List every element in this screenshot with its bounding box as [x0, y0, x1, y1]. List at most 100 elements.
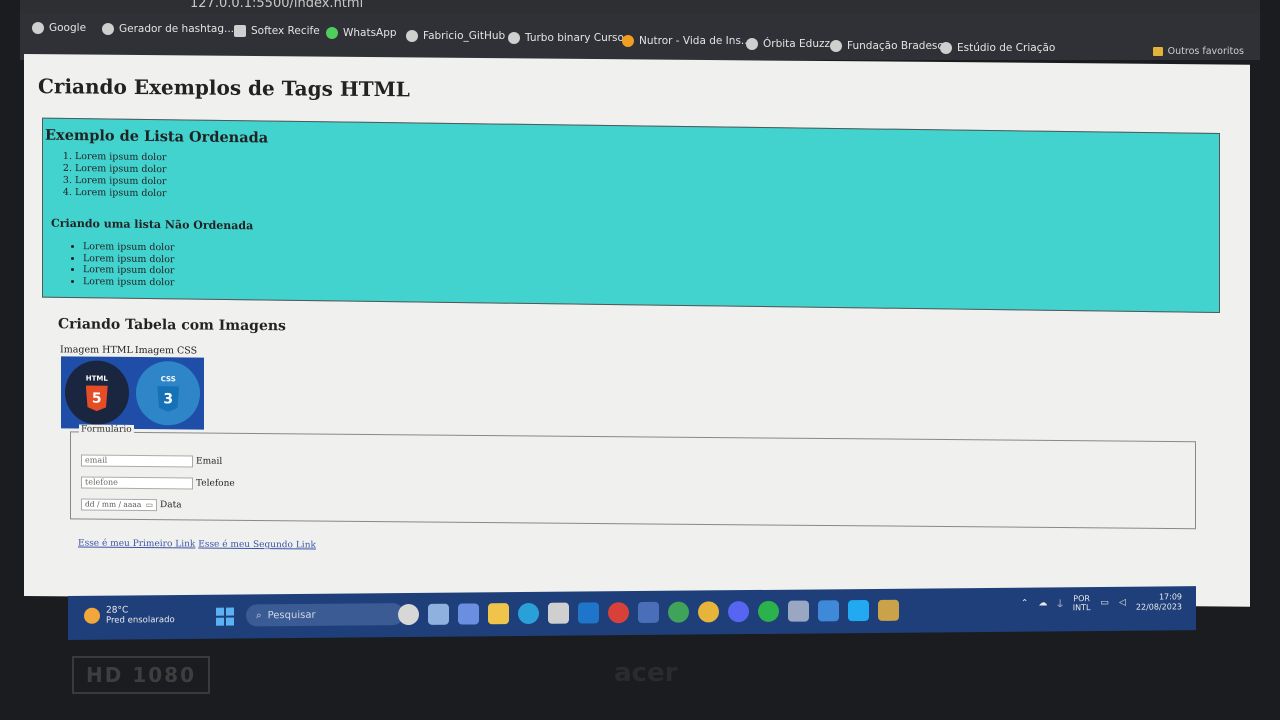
list-item: Lorem ipsum dolor — [75, 187, 166, 200]
app-blue-icon[interactable] — [638, 601, 659, 624]
bing-icon[interactable] — [398, 603, 419, 626]
app-red-icon[interactable] — [608, 602, 629, 624]
clock[interactable]: 17:09 22/08/2023 — [1136, 592, 1182, 612]
app-gray-icon[interactable] — [788, 600, 809, 622]
date-input[interactable]: dd / mm / aaaa ▭ — [81, 498, 157, 512]
outlook-icon[interactable] — [578, 602, 599, 624]
table-header-html: Imagem HTML — [60, 344, 133, 356]
bookmark-softex[interactable]: Softex Recife — [234, 25, 320, 37]
vscode-icon[interactable] — [848, 600, 869, 622]
bookmark-label: Fabricio_GitHub — [423, 30, 506, 42]
taskbar: 28°C Pred ensolarado ⌕ Pesquisar ⌃ ☁ ⍊ P… — [68, 586, 1196, 640]
bookmark-label: Gerador de hashtag... — [119, 23, 234, 35]
chrome-icon[interactable] — [668, 601, 689, 623]
lists-section: Exemplo de Lista Ordenada Lorem ipsum do… — [42, 117, 1220, 314]
html5-shield-icon: 5 — [86, 385, 108, 411]
task-view-icon[interactable] — [428, 603, 449, 625]
google-icon — [32, 22, 44, 34]
weather-description: Pred ensolarado — [106, 615, 175, 626]
start-button[interactable] — [216, 607, 234, 626]
globe-icon — [830, 40, 842, 52]
bookmark-whatsapp[interactable]: WhatsApp — [326, 27, 397, 39]
bookmark-label: Nutror - Vida de Ins... — [639, 35, 751, 47]
file-explorer-icon[interactable] — [488, 603, 509, 625]
form-legend: Formulário — [79, 424, 134, 435]
calendar-icon[interactable]: ▭ — [146, 500, 153, 510]
phone-input[interactable]: telefone — [81, 476, 193, 490]
date-label: Data — [160, 500, 182, 511]
bookmark-estudio[interactable]: Estúdio de Criação — [940, 42, 1055, 54]
web-page: Criando Exemplos de Tags HTML Exemplo de… — [24, 54, 1250, 607]
globe-icon — [940, 42, 952, 54]
whatsapp-icon[interactable] — [758, 600, 779, 622]
weather-widget[interactable]: 28°C Pred ensolarado — [84, 605, 175, 626]
bookmark-google[interactable]: Google — [32, 22, 86, 34]
html-logo-text: HTML — [85, 374, 108, 383]
laptop-brand-logo: acer — [614, 658, 678, 688]
bookmarks-bar: Google Gerador de hashtag... Softex Reci… — [20, 14, 1260, 60]
list-item: Lorem ipsum dolor — [83, 241, 174, 254]
date-placeholder: dd / mm / aaaa — [85, 499, 142, 510]
chrome-profile-icon[interactable] — [698, 601, 719, 623]
list-item: Lorem ipsum dolor — [83, 276, 174, 289]
language-indicator[interactable]: POR INTL — [1073, 594, 1091, 612]
whatsapp-icon — [326, 27, 338, 39]
app-image-icon[interactable] — [818, 600, 839, 622]
git-icon[interactable] — [878, 599, 899, 621]
search-icon: ⌕ — [256, 609, 262, 621]
store-icon[interactable] — [548, 602, 569, 624]
weather-temperature: 28°C — [106, 605, 129, 616]
ordered-list: Lorem ipsum dolor Lorem ipsum dolor Lore… — [63, 151, 166, 200]
bookmark-github[interactable]: Fabricio_GitHub — [406, 30, 505, 42]
links-row: Esse é meu Primeiro Link Esse é meu Segu… — [78, 538, 316, 550]
language-code: POR — [1073, 594, 1090, 604]
chevron-up-icon[interactable]: ⌃ — [1021, 599, 1029, 609]
bookmark-orbita[interactable]: Órbita Eduzz — [746, 38, 830, 50]
globe-icon — [508, 32, 520, 44]
second-link[interactable]: Esse é meu Segundo Link — [198, 540, 316, 551]
search-placeholder: Pesquisar — [267, 609, 316, 621]
cloud-icon[interactable]: ☁ — [1038, 598, 1047, 608]
page-icon — [234, 25, 246, 37]
clock-time: 17:09 — [1158, 592, 1182, 602]
bookmark-label: Estúdio de Criação — [957, 42, 1056, 54]
github-icon — [406, 30, 418, 42]
bookmark-label: Fundação Bradesco — [847, 40, 950, 52]
css-logo-text: CSS — [160, 374, 176, 383]
html-logo-image: HTML 5 — [64, 360, 129, 425]
taskbar-apps — [398, 599, 899, 626]
phone-row: telefone Telefone — [81, 476, 235, 490]
bookmark-fundacao[interactable]: Fundação Bradesco — [830, 40, 950, 52]
date-row: dd / mm / aaaa ▭ Data — [81, 498, 182, 512]
email-label: Email — [196, 456, 223, 467]
table-heading: Criando Tabela com Imagens — [58, 316, 286, 335]
unordered-list: Lorem ipsum dolor Lorem ipsum dolor Lore… — [69, 241, 174, 288]
page-title: Criando Exemplos de Tags HTML — [38, 74, 410, 102]
bookmark-turbo-binary[interactable]: Turbo binary Curso — [508, 32, 624, 44]
monitor-icon[interactable]: ▭ — [1100, 598, 1109, 608]
address-bar[interactable]: 127.0.0.1:5500/index.html — [20, 0, 1260, 14]
system-tray: ⌃ ☁ ⍊ POR INTL ▭ ◁ 17:09 22/08/2023 — [1021, 592, 1182, 613]
unordered-list-heading: Criando uma lista Não Ordenada — [51, 216, 254, 233]
discord-icon[interactable] — [728, 601, 749, 623]
volume-icon[interactable]: ◁ — [1119, 598, 1126, 608]
bookmark-nutror[interactable]: Nutror - Vida de Ins... — [622, 35, 751, 47]
bookmark-label: Turbo binary Curso — [525, 32, 624, 44]
taskbar-search[interactable]: ⌕ Pesquisar — [246, 603, 404, 627]
css3-shield-icon: 3 — [157, 386, 179, 412]
table-header-css: Imagem CSS — [134, 344, 198, 357]
phone-label: Telefone — [196, 478, 235, 489]
url-text[interactable]: 127.0.0.1:5500/index.html — [190, 0, 363, 11]
contact-form: Formulário email Email telefone Telefone… — [70, 424, 1196, 530]
edge-icon[interactable] — [518, 602, 539, 625]
email-input[interactable]: email — [81, 454, 193, 468]
bookmark-hashtag[interactable]: Gerador de hashtag... — [102, 23, 234, 35]
microphone-icon[interactable]: ⍊ — [1057, 598, 1062, 608]
folder-icon — [1152, 47, 1163, 56]
video-chat-icon[interactable] — [458, 603, 479, 625]
other-bookmarks-label: Outros favoritos — [1167, 46, 1244, 57]
bookmark-label: Órbita Eduzz — [763, 38, 831, 50]
css-logo-image: CSS 3 — [136, 360, 201, 426]
first-link[interactable]: Esse é meu Primeiro Link — [78, 538, 195, 549]
other-bookmarks[interactable]: Outros favoritos — [1152, 46, 1244, 57]
